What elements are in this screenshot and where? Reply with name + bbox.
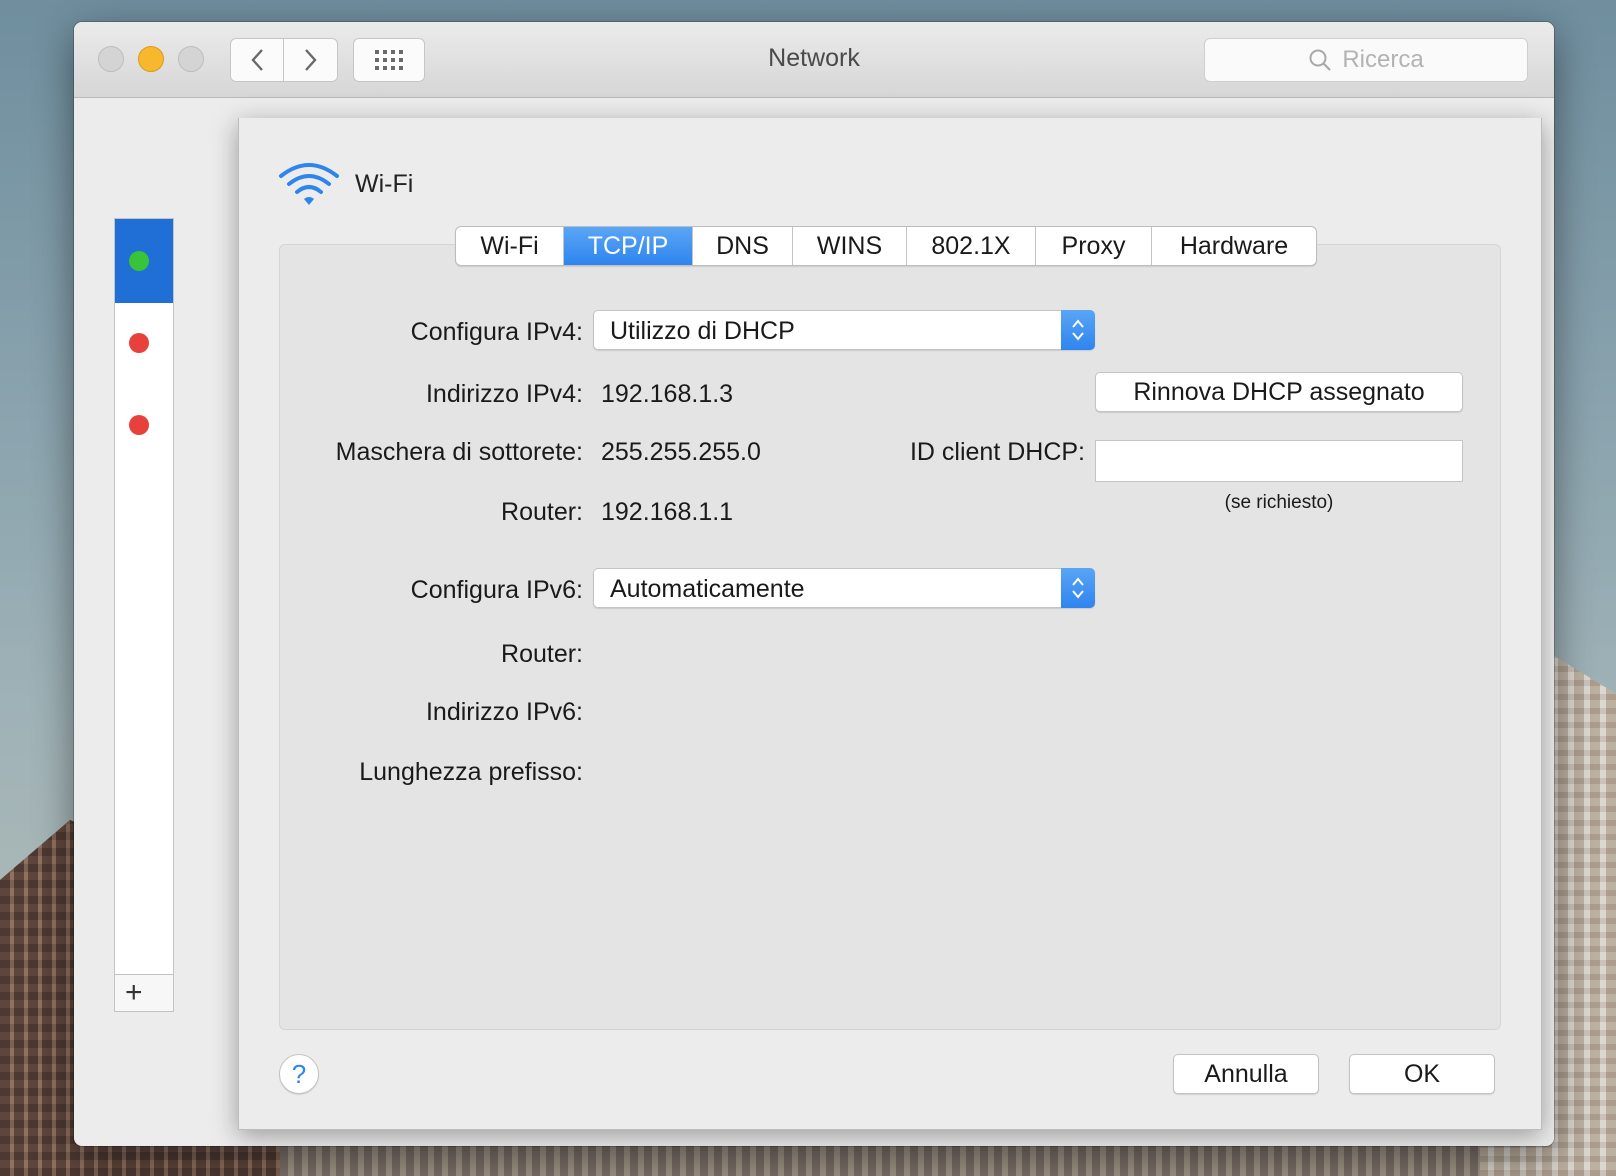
- tab-proxy[interactable]: Proxy: [1036, 227, 1152, 265]
- tab-8021x[interactable]: 802.1X: [907, 227, 1036, 265]
- search-field[interactable]: Ricerca: [1204, 38, 1528, 82]
- service-list[interactable]: [114, 218, 174, 1006]
- plus-icon: +: [125, 976, 143, 1009]
- tab-hardware[interactable]: Hardware: [1152, 227, 1316, 265]
- search-icon: [1309, 49, 1332, 71]
- ipv6-router-label: Router:: [501, 640, 583, 668]
- subnet-mask-label: Maschera di sottorete:: [335, 438, 583, 466]
- tab-dns[interactable]: DNS: [693, 227, 793, 265]
- configure-ipv4-label: Configura IPv4:: [410, 318, 583, 346]
- status-connected-icon: [129, 251, 149, 271]
- interface-header: Wi-Fi: [277, 160, 413, 208]
- renew-dhcp-button[interactable]: Rinnova DHCP assegnato: [1095, 372, 1463, 412]
- prefix-length-label: Lunghezza prefisso:: [359, 758, 583, 786]
- interface-name: Wi-Fi: [355, 169, 414, 198]
- configure-ipv6-value: Automaticamente: [610, 575, 805, 603]
- tab-wins[interactable]: WINS: [793, 227, 907, 265]
- updown-arrows-icon: [1061, 568, 1095, 608]
- network-window: Network Ricerca + Wi-Fi Wi-Fi TCP/IP DNS…: [74, 22, 1554, 1146]
- updown-arrows-icon: [1061, 310, 1095, 350]
- add-service-button[interactable]: +: [114, 974, 174, 1012]
- ipv4-address-label: Indirizzo IPv4:: [425, 380, 583, 408]
- wifi-icon: [279, 163, 339, 205]
- tab-content-panel: [279, 244, 1501, 1030]
- ok-button[interactable]: OK: [1349, 1054, 1495, 1094]
- help-icon: ?: [291, 1058, 307, 1089]
- advanced-settings-sheet: Wi-Fi Wi-Fi TCP/IP DNS WINS 802.1X Proxy…: [238, 118, 1542, 1130]
- subnet-mask-value: 255.255.255.0: [601, 438, 761, 466]
- help-button[interactable]: ?: [279, 1054, 319, 1094]
- configure-ipv4-value: Utilizzo di DHCP: [610, 317, 795, 345]
- ipv6-address-label: Indirizzo IPv6:: [425, 698, 583, 726]
- status-disconnected-icon: [129, 333, 149, 353]
- tab-wifi[interactable]: Wi-Fi: [456, 227, 564, 265]
- dhcp-client-id-hint: (se richiesto): [1224, 492, 1334, 513]
- configure-ipv6-select[interactable]: Automaticamente: [593, 568, 1095, 608]
- dhcp-client-id-input[interactable]: [1095, 440, 1463, 482]
- tab-tcpip[interactable]: TCP/IP: [564, 227, 693, 265]
- status-disconnected-icon: [129, 415, 149, 435]
- titlebar: Network Ricerca: [74, 22, 1554, 98]
- configure-ipv6-label: Configura IPv6:: [410, 576, 583, 604]
- ipv4-router-value: 192.168.1.1: [601, 498, 734, 526]
- ipv4-address-value: 192.168.1.3: [601, 380, 734, 408]
- configure-ipv4-select[interactable]: Utilizzo di DHCP: [593, 310, 1095, 350]
- ipv4-router-label: Router:: [501, 498, 583, 526]
- search-placeholder: Ricerca: [1342, 46, 1424, 73]
- tab-bar: Wi-Fi TCP/IP DNS WINS 802.1X Proxy Hardw…: [455, 226, 1317, 266]
- dhcp-client-id-label: ID client DHCP:: [909, 438, 1085, 466]
- cancel-button[interactable]: Annulla: [1173, 1054, 1319, 1094]
